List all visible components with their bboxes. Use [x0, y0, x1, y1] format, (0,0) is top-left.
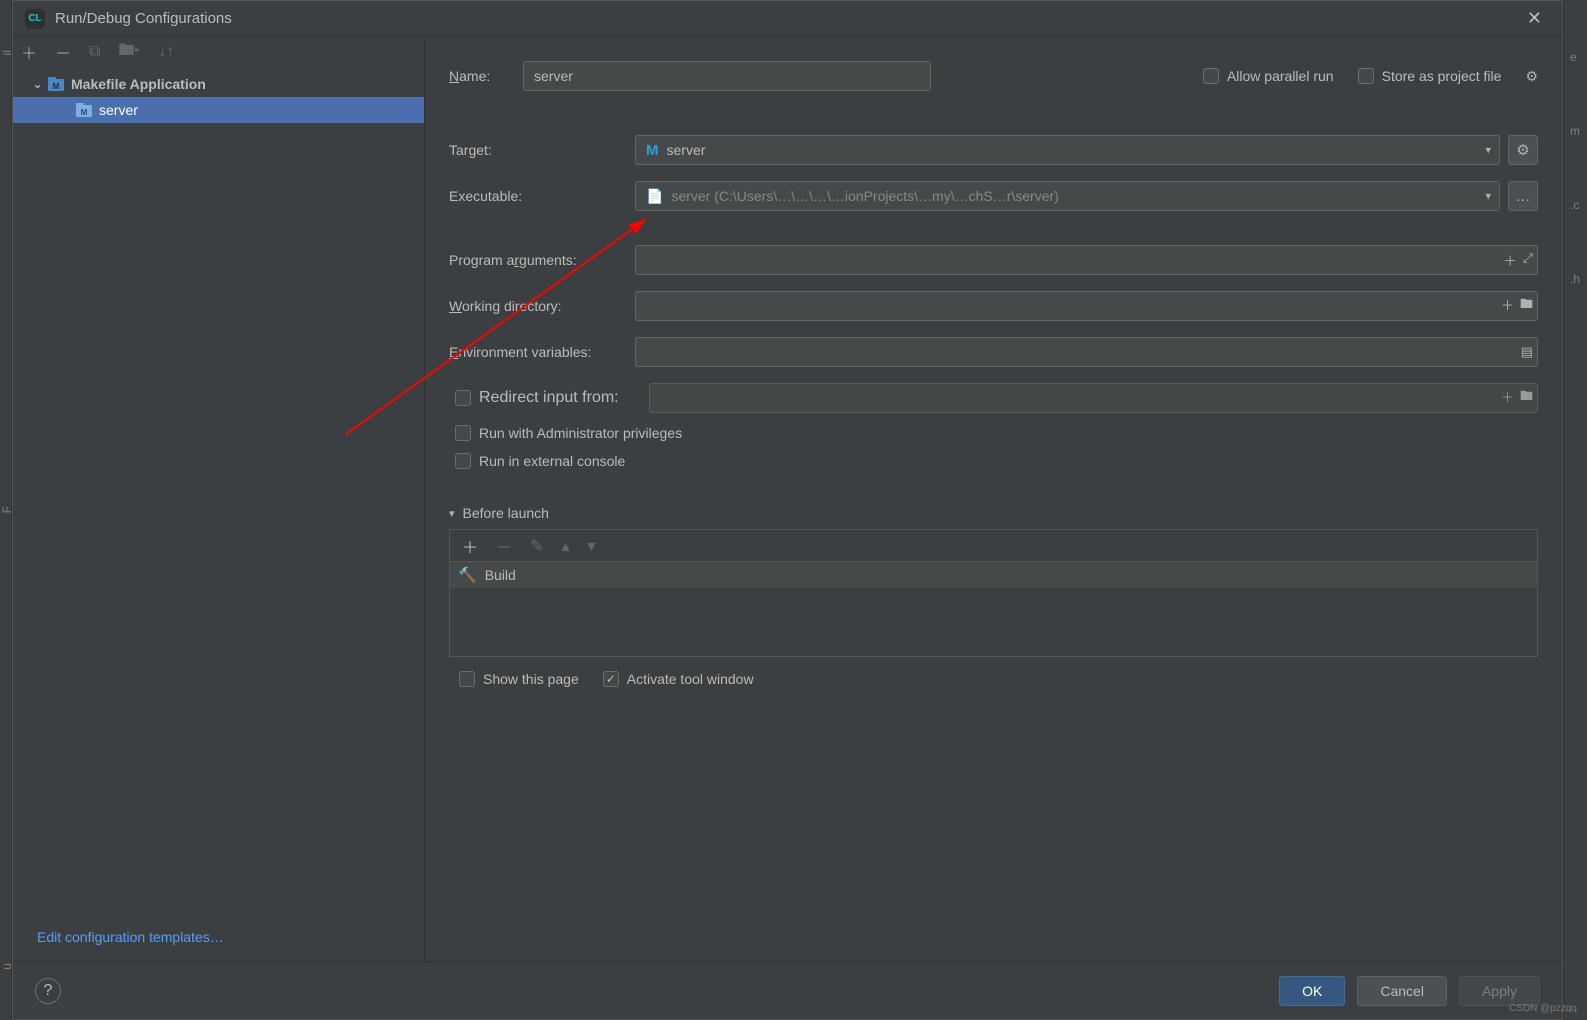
chevron-down-icon: ▾ — [449, 507, 455, 520]
tree-group-label: Makefile Application — [71, 76, 206, 92]
tree-group-makefile[interactable]: ⌄ M Makefile Application — [13, 71, 424, 97]
env-vars-label: Environment variables: — [449, 344, 635, 360]
activate-tool-window-checkbox[interactable]: Activate tool window — [603, 671, 754, 687]
folder-move-icon[interactable]: 🖿▸ — [118, 39, 140, 66]
expand-field-icon[interactable]: ⤢ — [1523, 251, 1533, 270]
external-console-checkbox[interactable]: Run in external console — [455, 453, 625, 469]
insert-macro-icon[interactable]: ＋ — [1501, 387, 1514, 409]
target-combo[interactable]: M server ▾ — [635, 135, 1500, 165]
target-settings-button[interactable]: ⚙ — [1508, 135, 1538, 165]
browse-folder-icon[interactable]: 🖿 — [1520, 295, 1533, 317]
move-down-icon[interactable]: ▾ — [587, 536, 595, 556]
hammer-icon: 🔨 — [458, 566, 477, 584]
admin-privileges-checkbox[interactable]: Run with Administrator privileges — [455, 425, 682, 441]
before-launch-header[interactable]: ▾ Before launch — [449, 505, 1538, 521]
config-form-panel: Name: server Allow parallel run Store as… — [425, 37, 1562, 961]
remove-config-icon[interactable]: － — [55, 40, 71, 64]
allow-parallel-checkbox[interactable]: Allow parallel run — [1203, 68, 1334, 84]
tree-toolbar: ＋ － ⧉ 🖿▸ ↓↑ — [13, 37, 424, 67]
edit-templates-link[interactable]: Edit configuration templates… — [37, 929, 224, 945]
move-up-icon[interactable]: ▴ — [561, 536, 569, 556]
makefile-icon: M — [47, 76, 65, 92]
program-args-label: Program arguments: — [449, 252, 635, 268]
remove-task-icon[interactable]: － — [496, 534, 512, 558]
insert-macro-icon[interactable]: ＋ — [1501, 295, 1514, 317]
config-tree[interactable]: ⌄ M Makefile Application M server — [13, 67, 424, 915]
file-unknown-icon: 📄 — [646, 188, 663, 205]
chevron-down-icon: ▾ — [1485, 144, 1491, 157]
sort-icon[interactable]: ↓↑ — [158, 43, 174, 61]
working-dir-input[interactable]: ＋🖿 — [635, 291, 1538, 321]
name-input[interactable]: server — [523, 61, 931, 91]
executable-combo[interactable]: 📄 server (C:\Users\…\…\…\…ionProjects\…m… — [635, 181, 1500, 211]
clion-app-icon — [25, 9, 45, 29]
ok-button[interactable]: OK — [1279, 976, 1345, 1006]
svg-text:M: M — [81, 108, 88, 117]
chevron-down-icon: ▾ — [1485, 190, 1491, 203]
insert-macro-icon[interactable]: ＋ — [1504, 251, 1517, 270]
browse-executable-button[interactable]: … — [1508, 181, 1538, 211]
program-args-input[interactable]: ＋⤢ — [635, 245, 1538, 275]
name-label: Name: — [449, 68, 523, 84]
target-label: Target: — [449, 142, 635, 158]
makefile-item-icon: M — [75, 102, 93, 118]
executable-label: Executable: — [449, 188, 635, 204]
background-right-gutter: em.c.h — [1563, 0, 1587, 1020]
background-left-gutter: ilFu — [0, 0, 12, 1020]
browse-folder-icon[interactable]: 🖿 — [1520, 387, 1533, 409]
apply-button[interactable]: Apply — [1459, 976, 1540, 1006]
copy-config-icon[interactable]: ⧉ — [89, 43, 100, 61]
dialog-titlebar: Run/Debug Configurations ✕ — [13, 1, 1562, 37]
list-edit-icon[interactable]: ▤ — [1521, 344, 1533, 360]
close-icon[interactable]: ✕ — [1519, 4, 1550, 33]
dialog-footer: ? OK Cancel Apply — [13, 961, 1562, 1019]
working-dir-label: Working directory: — [449, 298, 635, 314]
config-tree-panel: ＋ － ⧉ 🖿▸ ↓↑ ⌄ M Makefile Application M — [13, 37, 425, 961]
store-as-project-checkbox[interactable]: Store as project file — [1358, 68, 1502, 84]
m-target-icon: M — [646, 142, 659, 159]
show-this-page-checkbox[interactable]: Show this page — [459, 671, 579, 687]
svg-text:M: M — [53, 82, 60, 91]
cancel-button[interactable]: Cancel — [1357, 976, 1447, 1006]
build-task-row[interactable]: 🔨 Build — [450, 562, 1537, 588]
tree-item-server[interactable]: M server — [13, 97, 424, 123]
add-task-icon[interactable]: ＋ — [462, 534, 478, 558]
edit-task-icon[interactable]: ✎ — [530, 536, 543, 556]
gear-icon[interactable]: ⚙ — [1525, 68, 1538, 85]
env-vars-input[interactable]: ▤ — [635, 337, 1538, 367]
dialog-title: Run/Debug Configurations — [55, 10, 232, 27]
add-config-icon[interactable]: ＋ — [21, 40, 37, 64]
before-launch-toolbar: ＋ － ✎ ▴ ▾ — [449, 529, 1538, 561]
watermark-text: CSDN @pzzqq — [1509, 1003, 1577, 1014]
chevron-down-icon: ⌄ — [33, 78, 47, 91]
before-launch-list[interactable]: 🔨 Build — [449, 561, 1538, 657]
redirect-input-checkbox[interactable]: Redirect input from: — [449, 389, 649, 407]
run-debug-config-dialog: Run/Debug Configurations ✕ ＋ － ⧉ 🖿▸ ↓↑ ⌄… — [12, 0, 1563, 1020]
redirect-input-field[interactable]: ＋🖿 — [649, 383, 1538, 413]
tree-item-label: server — [99, 102, 138, 118]
help-button[interactable]: ? — [35, 978, 61, 1004]
